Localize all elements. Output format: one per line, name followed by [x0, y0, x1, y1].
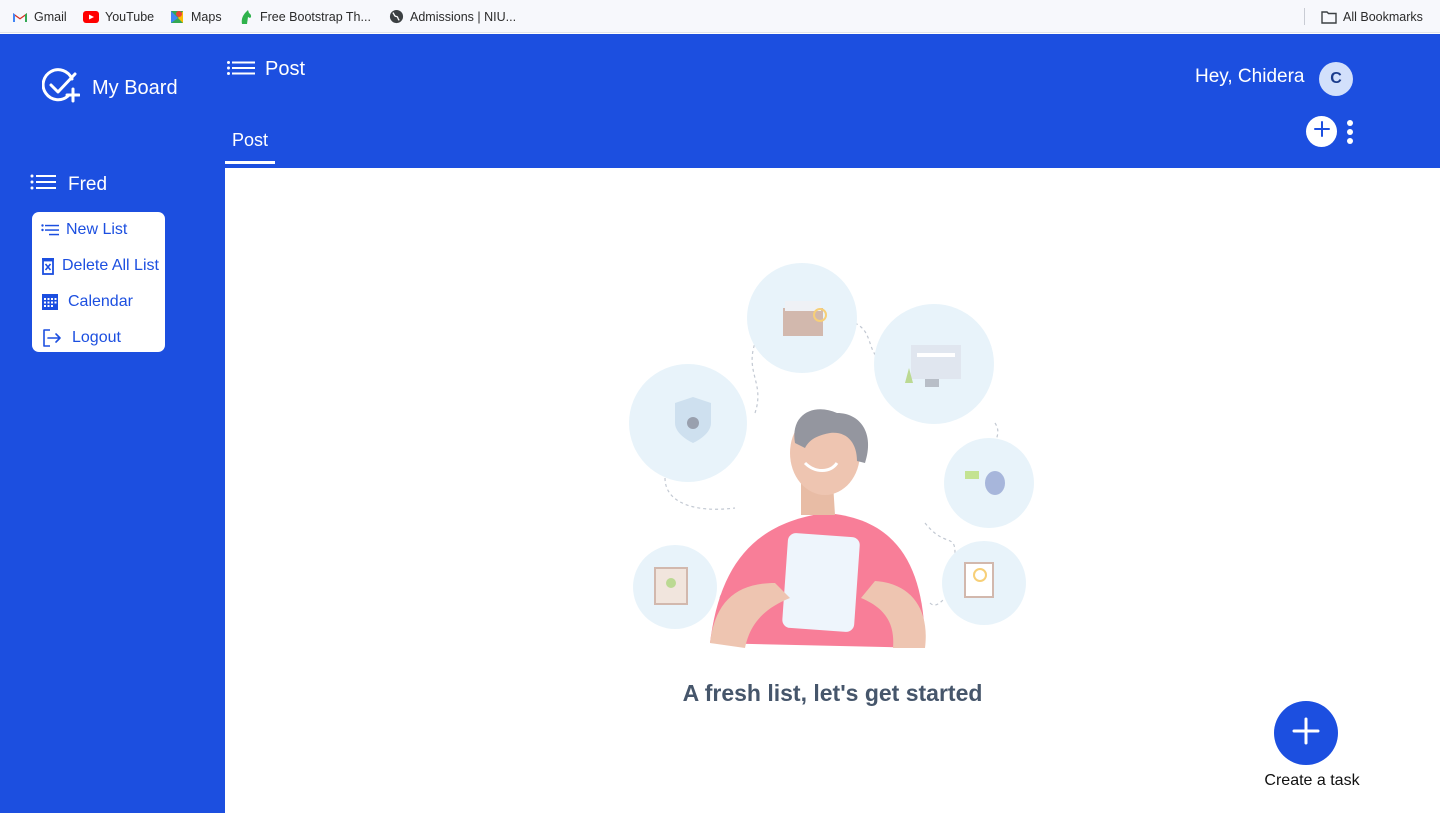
maps-icon — [169, 9, 185, 25]
menu-list-icon[interactable] — [227, 58, 255, 81]
bookmark-label: Gmail — [34, 9, 67, 24]
brand-logo[interactable]: My Board — [41, 68, 178, 109]
brand-title: My Board — [92, 77, 178, 99]
youtube-icon — [83, 9, 99, 25]
app-root: My Board Fred New List Delete All List C… — [0, 34, 1440, 813]
page-title: Post — [227, 58, 305, 81]
create-task-button[interactable] — [1274, 701, 1338, 765]
bookmark-bootstrap[interactable]: Free Bootstrap Th... — [238, 0, 371, 33]
bookmark-maps[interactable]: Maps — [169, 0, 222, 33]
bookmark-label: Free Bootstrap Th... — [260, 9, 371, 24]
empty-state-illustration — [625, 263, 1045, 663]
plus-icon — [1292, 717, 1320, 750]
bookmark-label: YouTube — [105, 9, 155, 24]
menu-item-label: Calendar — [68, 293, 133, 310]
bookmark-label: Maps — [191, 9, 222, 24]
globe-icon — [388, 9, 404, 25]
bookmark-youtube[interactable]: YouTube — [83, 0, 154, 33]
bootstrap-horse-icon — [238, 9, 254, 25]
header: Post Hey, Chidera C Post — [225, 34, 1440, 168]
kebab-dot — [1347, 138, 1353, 144]
menu-item-calendar[interactable]: Calendar — [40, 292, 133, 312]
main-content: A fresh list, let's get started Create a… — [225, 168, 1440, 813]
page-title-text: Post — [265, 58, 306, 80]
kebab-dot — [1347, 120, 1353, 126]
bookmark-admissions[interactable]: Admissions | NIU... — [388, 0, 516, 33]
create-task-label: Create a task — [1264, 772, 1360, 789]
folder-icon — [1321, 9, 1337, 25]
sidebar-user-section[interactable]: Fred — [30, 174, 107, 196]
bookmark-gmail[interactable]: Gmail — [12, 0, 67, 33]
kebab-dot — [1347, 129, 1353, 135]
sidebar-user-label: Fred — [68, 174, 108, 195]
trash-icon — [38, 256, 58, 276]
bookmarks-bar: Gmail YouTube Maps Free Bootstrap Th... … — [0, 0, 1440, 33]
empty-state-message: A fresh list, let's get started — [682, 680, 983, 706]
bookmark-all-bookmarks[interactable]: All Bookmarks — [1321, 0, 1423, 33]
tab-active-indicator — [225, 161, 275, 164]
gmail-icon — [12, 9, 28, 25]
logout-icon — [42, 328, 62, 348]
plus-icon — [1313, 121, 1330, 142]
menu-item-label: Logout — [72, 329, 121, 346]
menu-item-logout[interactable]: Logout — [42, 328, 121, 348]
list-add-icon — [40, 220, 60, 240]
bookmark-label: Admissions | NIU... — [410, 9, 517, 24]
sidebar-menu: New List Delete All List Calendar Logout — [32, 212, 165, 352]
add-list-button[interactable] — [1306, 116, 1337, 147]
menu-item-delete-all[interactable]: Delete All List — [38, 256, 159, 276]
user-greeting: Hey, Chidera — [1195, 66, 1305, 87]
bookmark-label: All Bookmarks — [1343, 9, 1423, 24]
menu-item-label: New List — [66, 221, 128, 238]
tab-post[interactable]: Post — [225, 114, 275, 164]
menu-item-label: Delete All List — [62, 257, 159, 274]
bookmarks-divider — [1304, 8, 1305, 25]
menu-item-new-list[interactable]: New List — [40, 220, 127, 240]
sidebar: My Board Fred New List Delete All List C… — [0, 34, 225, 813]
calendar-icon — [40, 292, 60, 312]
list-icon — [30, 174, 56, 196]
more-options-button[interactable] — [1343, 118, 1357, 146]
avatar[interactable]: C — [1319, 62, 1353, 96]
check-plus-icon — [41, 68, 81, 109]
